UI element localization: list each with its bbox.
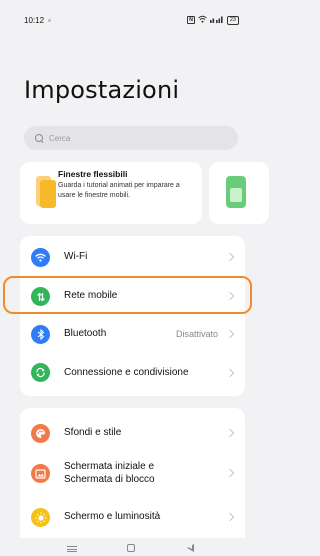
wifi-status-icon (198, 15, 207, 25)
page-title: Impostazioni (24, 76, 180, 104)
settings-row-screen-brightness[interactable]: Schermo e luminosità (20, 504, 245, 530)
chevron-right-icon (225, 329, 235, 339)
settings-row-home-lock-screen[interactable]: Schermata iniziale e Schermata di blocco (20, 454, 245, 492)
back-button[interactable] (187, 544, 194, 552)
navigation-bar (0, 538, 253, 556)
settings-row-label-line1: Schermata iniziale e (64, 461, 155, 472)
connection-sharing-icon (31, 363, 50, 382)
tip-card-description: Guarda i tutorial animati per imparare a… (58, 182, 180, 199)
phone-tip-icon (226, 176, 246, 208)
palette-icon (31, 424, 50, 443)
chevron-right-icon (225, 512, 235, 522)
selection-highlight (3, 276, 252, 314)
chevron-right-icon (225, 468, 235, 478)
bluetooth-status-value: Disattivato (175, 329, 218, 339)
chevron-right-icon (225, 428, 235, 438)
status-bar: 10:12 N 23 (0, 0, 253, 40)
settings-row-label: Bluetooth (64, 328, 107, 339)
search-icon (35, 133, 44, 143)
home-button[interactable] (127, 544, 135, 552)
chevron-right-icon (225, 368, 235, 378)
signal-icon (209, 15, 224, 25)
settings-row-label: Wi-Fi (64, 251, 88, 262)
connectivity-settings-group: Wi-Fi Rete mobile Bluetooth Disattivato … (20, 236, 245, 396)
settings-row-label: Schermo e luminosità (64, 511, 161, 522)
settings-row-bluetooth[interactable]: Bluetooth Disattivato (20, 321, 245, 347)
settings-row-label: Connessione e condivisione (64, 367, 189, 378)
wifi-icon (31, 248, 50, 267)
settings-row-wallpaper-style[interactable]: Sfondi e stile (20, 420, 245, 446)
notification-dot-icon (48, 18, 52, 22)
brightness-icon (31, 508, 50, 527)
nfc-icon: N (187, 16, 195, 24)
chevron-right-icon (225, 252, 235, 262)
settings-row-label-line2: Schermata di blocco (64, 474, 155, 485)
tip-card-title: Finestre flessibili (58, 169, 128, 179)
settings-row-connection-sharing[interactable]: Connessione e condivisione (20, 358, 245, 386)
home-screen-icon (31, 464, 50, 483)
bluetooth-icon (31, 325, 50, 344)
display-settings-group: Sfondi e stile Schermata iniziale e Sche… (20, 408, 245, 538)
settings-row-wifi[interactable]: Wi-Fi (20, 244, 245, 270)
flexible-windows-icon (36, 176, 56, 208)
recent-apps-button[interactable] (67, 546, 77, 552)
settings-row-label: Sfondi e stile (64, 427, 122, 438)
status-time: 10:12 (24, 15, 45, 25)
search-input[interactable]: Cerca (24, 126, 238, 150)
search-placeholder: Cerca (49, 133, 71, 143)
battery-icon: 23 (226, 15, 239, 25)
